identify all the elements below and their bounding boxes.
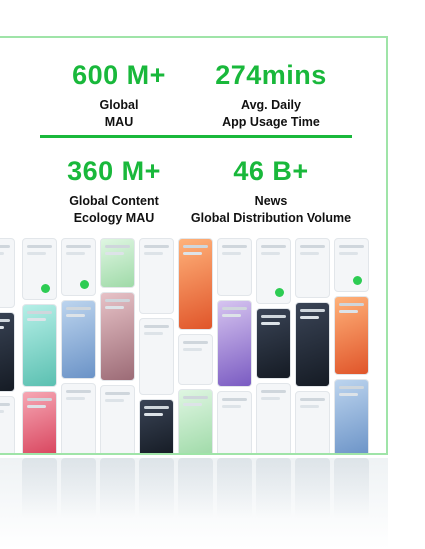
screenshot-column (256, 238, 291, 453)
reflection-strip (295, 458, 330, 518)
app-screenshot (139, 238, 174, 314)
toggle-icon (353, 275, 362, 285)
app-screenshot (0, 312, 15, 392)
app-screenshot (334, 238, 369, 292)
stat-usage-time: 274mins Avg. Daily App Usage Time (176, 60, 366, 131)
app-screenshot (178, 238, 213, 330)
mosaic-reflection (0, 458, 388, 549)
app-screenshot (334, 379, 369, 453)
reflection-strip (334, 458, 369, 518)
app-screenshot (0, 238, 15, 308)
stats-panel: 600 M+ Global MAU 274mins Avg. Daily App… (0, 36, 388, 455)
screenshot-column (178, 238, 213, 453)
app-screenshot-mosaic (0, 238, 386, 453)
app-screenshot (61, 238, 96, 296)
toggle-icon (275, 287, 284, 297)
app-screenshot (256, 383, 291, 453)
reflection-strip (217, 458, 252, 518)
screenshot-column (61, 238, 96, 453)
stat-news-volume: 46 B+ News Global Distribution Volume (176, 156, 366, 227)
screenshot-column (139, 238, 174, 453)
stat-label: Avg. Daily App Usage Time (222, 98, 320, 129)
app-screenshot (295, 238, 330, 298)
app-screenshot (217, 238, 252, 296)
app-screenshot (22, 303, 57, 388)
app-screenshot (22, 391, 57, 453)
stat-value: 274mins (215, 60, 327, 90)
app-screenshot (217, 391, 252, 453)
app-screenshot (178, 389, 213, 453)
app-screenshot (178, 333, 213, 386)
app-screenshot (334, 295, 369, 376)
toggle-icon (41, 283, 50, 293)
stat-label: News Global Distribution Volume (190, 194, 352, 225)
screenshot-column (295, 238, 330, 453)
reflection-strip (61, 458, 96, 518)
app-screenshot (61, 383, 96, 453)
app-screenshot (295, 301, 330, 388)
app-screenshot (100, 238, 135, 288)
app-screenshot (22, 238, 57, 300)
app-screenshot (100, 291, 135, 382)
app-screenshot (217, 299, 252, 388)
app-screenshot (139, 317, 174, 396)
reflection-strip (178, 458, 213, 518)
app-screenshot (295, 391, 330, 453)
screenshot-column (217, 238, 252, 453)
reflection-strip (100, 458, 135, 518)
screenshot-column (0, 238, 15, 453)
app-screenshot (100, 385, 135, 453)
reflection-strip (139, 458, 174, 518)
screenshot-column (334, 238, 369, 453)
reflection-strip (22, 458, 57, 518)
toggle-icon (80, 279, 89, 289)
app-screenshot (0, 396, 15, 453)
stat-value: 46 B+ (233, 156, 309, 186)
app-screenshot (61, 299, 96, 380)
app-screenshot (256, 238, 291, 304)
divider (40, 135, 352, 138)
app-screenshot (256, 307, 291, 380)
reflection-strip (256, 458, 291, 518)
screenshot-column (100, 238, 135, 453)
screenshot-column (22, 238, 57, 453)
app-screenshot (139, 399, 174, 453)
